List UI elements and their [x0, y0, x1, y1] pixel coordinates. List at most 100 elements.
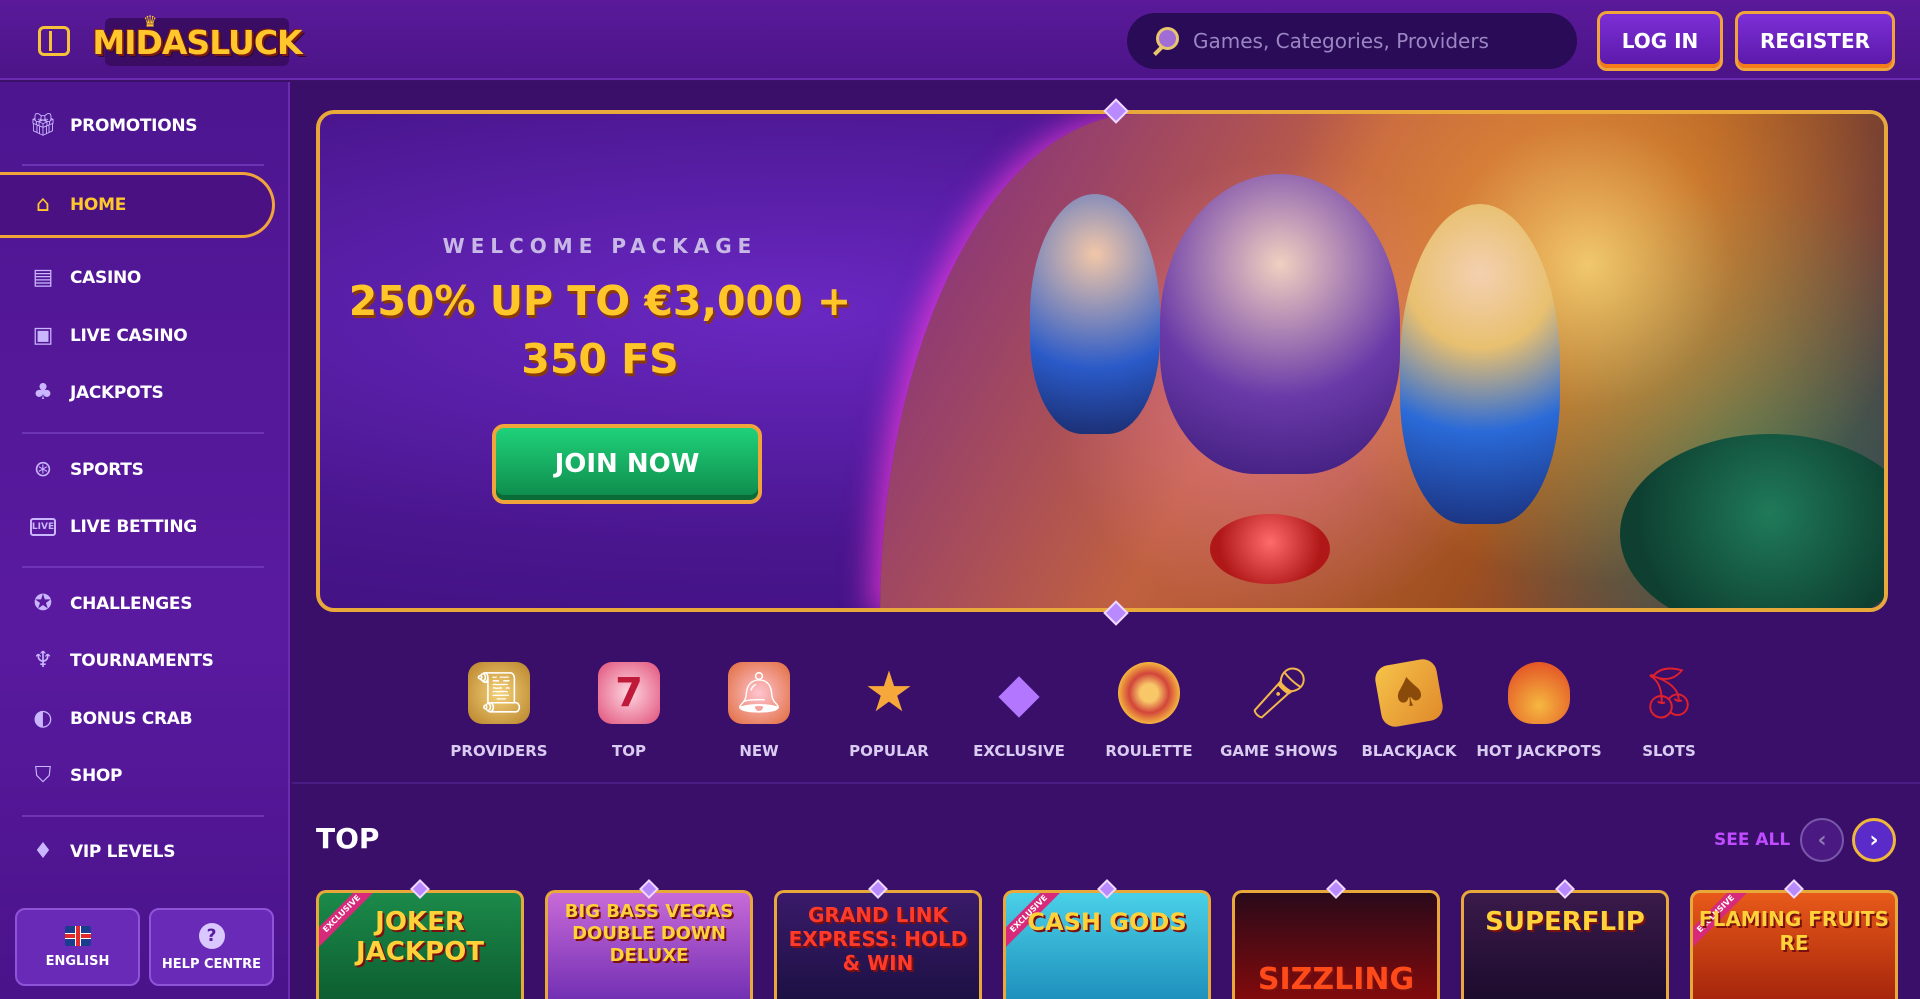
sidebar-item-label: SPORTS	[70, 460, 144, 480]
category-hot-jackpots[interactable]: HOT JACKPOTS	[1474, 662, 1604, 772]
basket-icon: ⛉	[34, 763, 52, 788]
gem-icon: ◆	[998, 661, 1040, 724]
ball-icon: ⊛	[33, 457, 53, 482]
home-icon: ⌂	[36, 192, 50, 217]
sidebar-item-label: VIP LEVELS	[70, 842, 176, 862]
game-carousel: EXCLUSIVE JOKER JACKPOT BIG BASS VEGAS D…	[316, 879, 1916, 999]
sidebar-item-sports[interactable]: ⊛ SPORTS	[0, 441, 290, 499]
headline-line: 250% UP TO €3,000 +	[348, 277, 852, 325]
category-exclusive[interactable]: ◆ EXCLUSIVE	[954, 662, 1084, 772]
clover-icon: ♣	[33, 380, 53, 405]
scroll-icon: 📜︎	[468, 662, 530, 724]
category-providers[interactable]: 📜︎ PROVIDERS	[434, 662, 564, 772]
category-game-shows[interactable]: 🎤︎ GAME SHOWS	[1214, 662, 1344, 772]
logo-text: MIDASLUCK	[92, 22, 302, 62]
welcome-text-block: WELCOME PACKAGE 250% UP TO €3,000 + 350 …	[320, 234, 880, 388]
banner-figure	[1400, 204, 1560, 524]
category-popular[interactable]: ★ POPULAR	[824, 662, 954, 772]
banner-figure	[1210, 514, 1330, 584]
sidebar-item-vip-levels[interactable]: ♦ VIP LEVELS	[0, 823, 290, 881]
category-blackjack[interactable]: ♠ BLACKJACK	[1344, 657, 1474, 772]
sidebar-item-live-betting[interactable]: LIVE LIVE BETTING	[0, 498, 290, 556]
bell-icon: 🔔︎	[728, 662, 790, 724]
category-top[interactable]: 7 TOP	[564, 662, 694, 772]
welcome-subtitle: WELCOME PACKAGE	[442, 234, 758, 258]
search-input[interactable]	[1193, 29, 1577, 53]
category-new[interactable]: 🔔︎ NEW	[694, 662, 824, 772]
join-now-button[interactable]: JOIN NOW	[492, 424, 762, 504]
sidebar-item-bonus-crab[interactable]: ◐ BONUS CRAB	[0, 690, 290, 748]
sidebar-item-challenges[interactable]: ✪ CHALLENGES	[0, 575, 290, 633]
gift-icon: 🎁︎	[29, 113, 57, 138]
sidebar-item-live-casino[interactable]: ▣ LIVE CASINO	[0, 307, 290, 365]
top-header: ♛ MIDASLUCK LOG IN REGISTER	[0, 0, 1920, 80]
sidebar: 🎁︎ PROMOTIONS ⌂ HOME ▤ CASINO ▣ LIVE CAS…	[0, 82, 290, 999]
cherries-icon: 🍒︎	[1637, 664, 1701, 722]
category-roulette[interactable]: ROULETTE	[1084, 662, 1214, 772]
game-card[interactable]: EXCLUSIVE CASH GODS	[1003, 890, 1211, 999]
category-slots[interactable]: 🍒︎ SLOTS	[1604, 662, 1734, 772]
game-card[interactable]: SIZZLING	[1232, 890, 1440, 999]
banner-figure	[1030, 194, 1160, 434]
sidebar-item-tournaments[interactable]: ♆ TOURNAMENTS	[0, 632, 290, 690]
game-card[interactable]: EXCLUSIVE JOKER JACKPOT	[316, 890, 524, 999]
sidebar-item-home[interactable]: ⌂ HOME	[0, 172, 275, 238]
category-label: SLOTS	[1642, 742, 1696, 760]
sidebar-item-label: CHALLENGES	[70, 594, 193, 614]
category-bar: 📜︎ PROVIDERS 7 TOP 🔔︎ NEW ★ POPULAR ◆ EX…	[434, 657, 1894, 772]
login-button[interactable]: LOG IN	[1597, 11, 1723, 71]
carousel-next-button[interactable]: ›	[1852, 818, 1896, 862]
microphone-icon: 🎤︎	[1247, 664, 1311, 722]
headline-line: 350 FS	[521, 335, 679, 383]
banner-figure	[1620, 434, 1884, 608]
sidebar-item-label: HOME	[70, 195, 127, 215]
category-label: BLACKJACK	[1361, 742, 1457, 760]
carousel-prev-button[interactable]: ‹	[1800, 818, 1844, 862]
category-label: HOT JACKPOTS	[1476, 742, 1602, 760]
help-label: HELP CENTRE	[161, 956, 262, 972]
uk-flag-icon	[64, 925, 91, 946]
sidebar-item-label: JACKPOTS	[70, 383, 164, 403]
category-label: PROVIDERS	[450, 742, 548, 760]
category-label: POPULAR	[849, 742, 929, 760]
game-card[interactable]: BIG BASS VEGAS DOUBLE DOWN DELUXE	[545, 890, 753, 999]
section-title-top: TOP	[316, 822, 380, 855]
sidebar-divider	[22, 815, 264, 817]
welcome-headline: 250% UP TO €3,000 + 350 FS	[320, 272, 880, 388]
search-bar[interactable]	[1127, 13, 1577, 69]
sidebar-item-casino[interactable]: ▤ CASINO	[0, 249, 290, 307]
sidebar-item-jackpots[interactable]: ♣ JACKPOTS	[0, 364, 290, 422]
game-card[interactable]: SUPERFLIP	[1461, 890, 1669, 999]
sidebar-item-promotions[interactable]: 🎁︎ PROMOTIONS	[0, 97, 290, 155]
game-title: BIG BASS VEGAS DOUBLE DOWN DELUXE	[564, 901, 734, 966]
game-title: SUPERFLIP	[1485, 907, 1645, 937]
sidebar-toggle-icon[interactable]	[38, 26, 70, 56]
register-button[interactable]: REGISTER	[1735, 11, 1895, 71]
site-logo[interactable]: ♛ MIDASLUCK	[92, 12, 303, 66]
sidebar-item-label: LIVE CASINO	[70, 326, 188, 346]
category-label: ROULETTE	[1105, 742, 1193, 760]
sidebar-item-label: BONUS CRAB	[70, 709, 193, 729]
game-title: GRAND LINK EXPRESS: HOLD & WIN	[788, 903, 968, 975]
game-card[interactable]: GRAND LINK EXPRESS: HOLD & WIN	[774, 890, 982, 999]
language-button[interactable]: ENGLISH	[15, 908, 140, 986]
game-title: CASH GODS	[1027, 908, 1187, 936]
crab-icon: ◐	[33, 706, 53, 731]
game-card[interactable]: EXCLUSIVE FLAMING FRUITS RE	[1690, 890, 1898, 999]
badge-icon: ✪	[33, 591, 53, 616]
help-icon: ?	[198, 922, 225, 949]
crown-icon: ♛	[143, 12, 157, 31]
chevron-left-icon: ‹	[1817, 827, 1827, 853]
sidebar-divider	[22, 432, 264, 434]
see-all-link[interactable]: SEE ALL	[1714, 830, 1790, 850]
banner-figure	[1160, 174, 1400, 474]
sidebar-item-shop[interactable]: ⛉ SHOP	[0, 747, 290, 805]
sidebar-item-label: CASINO	[70, 268, 142, 288]
category-label: GAME SHOWS	[1220, 742, 1338, 760]
promo-banner[interactable]: WELCOME PACKAGE 250% UP TO €3,000 + 350 …	[316, 110, 1888, 612]
roulette-icon	[1118, 662, 1180, 724]
sidebar-divider	[22, 566, 264, 568]
live-casino-icon: ▣	[32, 323, 54, 348]
help-centre-button[interactable]: ? HELP CENTRE	[149, 908, 274, 986]
banner-artwork	[880, 114, 1884, 608]
